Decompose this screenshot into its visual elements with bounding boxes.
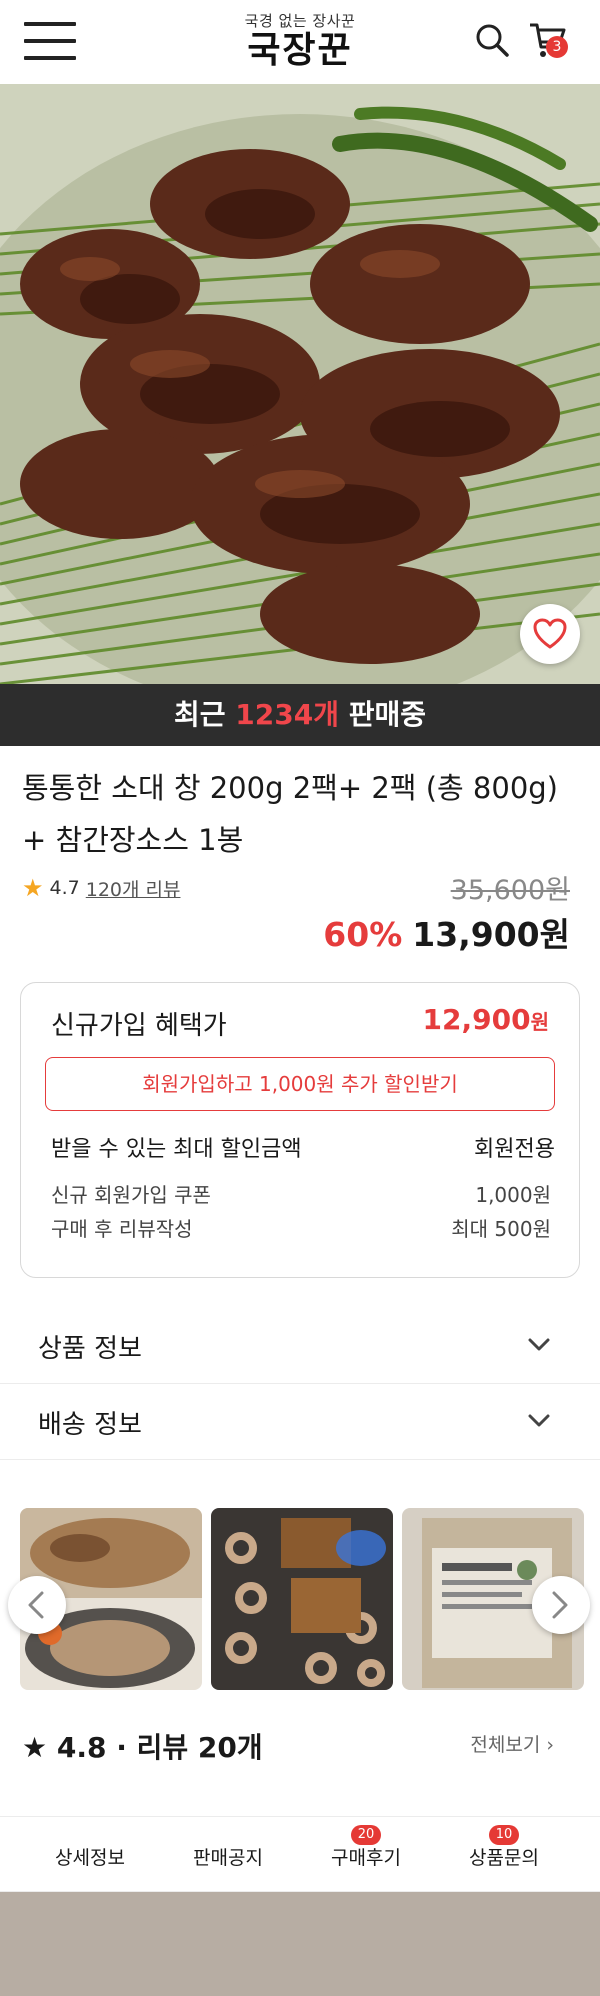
chevron-left-icon [28, 1591, 44, 1619]
menu-icon[interactable] [24, 22, 76, 60]
product-rating: ★ 4.7 120개 리뷰 [22, 874, 180, 902]
tab-sales-notice[interactable]: 판매공지 [153, 1817, 303, 1893]
benefit-title: 신규가입 혜택가 [51, 1011, 227, 1041]
chevron-right-icon: › [546, 1734, 554, 1756]
wishlist-heart-button[interactable] [520, 604, 580, 664]
benefit-price: 12,900원 [423, 1003, 549, 1036]
signup-discount-button[interactable]: 회원가입하고 1,000원 추가 할인받기 [45, 1057, 555, 1111]
original-price: 35,600원 [450, 875, 570, 906]
view-all-label: 전체보기 [470, 1734, 541, 1756]
shipping-info-accordion[interactable]: 배송 정보 [0, 1384, 600, 1460]
tab-label: 판매공지 [193, 1847, 263, 1869]
tab-label: 구매후기 [331, 1847, 401, 1869]
review-summary-text: 4.8 · 리뷰 20개 [56, 1731, 263, 1764]
benefit-price-unit: 원 [530, 1010, 549, 1034]
heart-icon [533, 618, 567, 649]
benefit-price-value: 12,900 [422, 1003, 531, 1036]
view-all-reviews-link[interactable]: 전체보기 › [470, 1730, 554, 1757]
chevron-right-icon [552, 1591, 568, 1619]
logo-tagline: 국경 없는 장사꾼 [244, 12, 356, 30]
rating-score: 4.7 [49, 877, 80, 899]
signup-benefit-box: 신규가입 혜택가 12,900원 회원가입하고 1,000원 추가 할인받기 받… [20, 982, 580, 1278]
discount-rate: 60% [323, 915, 403, 954]
star-icon: ★ [22, 874, 44, 902]
tab-reviews[interactable]: 20 구매후기 [291, 1817, 441, 1893]
discount-detail-row: 구매 후 리뷰작성 최대 500원 [51, 1213, 551, 1242]
review-photo-carousel [20, 1508, 584, 1690]
carousel-next-button[interactable] [532, 1576, 590, 1634]
sales-count-banner: 최근 1234개 판매중 [0, 684, 600, 746]
discount-detail-value: 최대 500원 [451, 1217, 551, 1241]
review-summary: ★ 4.8 · 리뷰 20개 [22, 1726, 263, 1766]
max-discount-value: 회원전용 [474, 1137, 555, 1162]
product-title-line1: 통통한 소대 창 200g 2팩+ 2팩 (총 800g) [22, 771, 558, 805]
search-icon[interactable] [474, 22, 510, 58]
discount-detail-row: 신규 회원가입 쿠폰 1,000원 [51, 1179, 551, 1208]
tab-product-inquiry[interactable]: 10 상품문의 [429, 1817, 579, 1893]
sales-count: 1234개 [235, 698, 339, 731]
max-discount-label: 받을 수 있는 최대 할인금액 [51, 1137, 302, 1162]
logo[interactable]: 국경 없는 장사꾼 국장꾼 [200, 10, 400, 71]
tab-label: 상품문의 [469, 1847, 539, 1869]
star-icon: ★ [22, 1731, 57, 1764]
sale-price: 13,900원 [412, 915, 570, 954]
price-row: 60% 13,900원 [323, 908, 570, 956]
sales-suffix: 판매중 [338, 698, 426, 731]
detail-tab-bar: 상세정보 판매공지 20 구매후기 10 상품문의 [0, 1816, 600, 1892]
product-info-accordion[interactable]: 상품 정보 [0, 1308, 600, 1384]
chevron-down-icon [528, 1338, 550, 1351]
chevron-down-icon [528, 1414, 550, 1427]
product-title: 통통한 소대 창 200g 2팩+ 2팩 (총 800g) + 참간장소스 1봉 [22, 762, 582, 866]
discount-detail-label: 신규 회원가입 쿠폰 [51, 1183, 211, 1207]
review-count-link[interactable]: 120개 리뷰 [86, 875, 181, 902]
tab-label: 상세정보 [55, 1847, 125, 1869]
product-main-image [0, 84, 600, 684]
shipping-info-label: 배송 정보 [38, 1410, 142, 1440]
tab-detail-info[interactable]: 상세정보 [15, 1817, 165, 1893]
logo-brand: 국장꾼 [247, 30, 353, 71]
review-photo[interactable] [211, 1508, 393, 1690]
cart-count-badge: 3 [546, 36, 568, 58]
sales-prefix: 최근 [173, 698, 236, 731]
carousel-prev-button[interactable] [8, 1576, 66, 1634]
discount-detail-label: 구매 후 리뷰작성 [51, 1217, 193, 1241]
product-info-label: 상품 정보 [38, 1334, 142, 1364]
discount-detail-value: 1,000원 [475, 1183, 551, 1207]
detail-image-preview [0, 1892, 600, 1996]
tab-count-badge: 20 [351, 1825, 381, 1845]
header: 국경 없는 장사꾼 국장꾼 3 [0, 0, 600, 84]
product-title-line2: + 참간장소스 1봉 [22, 823, 244, 857]
tab-count-badge: 10 [489, 1825, 519, 1845]
